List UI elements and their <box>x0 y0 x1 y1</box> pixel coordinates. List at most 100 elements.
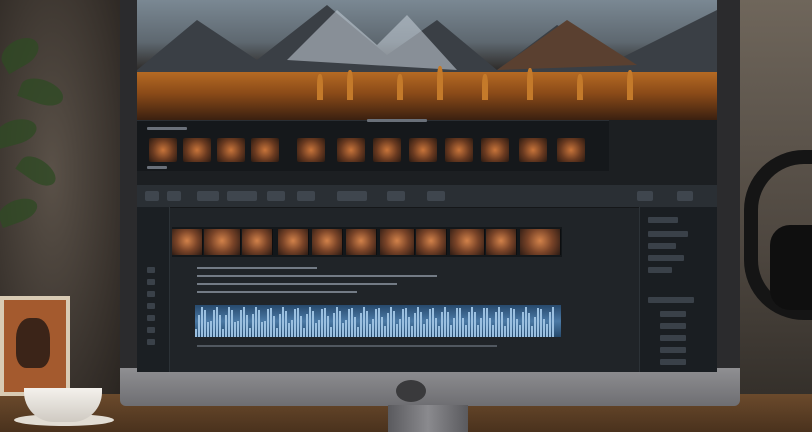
thumbnail[interactable] <box>409 138 437 162</box>
video-clip[interactable] <box>486 229 517 255</box>
waveform-bar <box>432 308 434 337</box>
tool-button[interactable] <box>387 191 405 201</box>
waveform-bar <box>369 323 371 337</box>
thumbnail[interactable] <box>373 138 401 162</box>
waveform-bar <box>276 327 278 337</box>
waveform-bar <box>474 312 476 337</box>
video-clip[interactable] <box>346 229 377 255</box>
waveform-bar <box>306 313 308 337</box>
waveform-bar <box>525 307 527 337</box>
waveform-bar <box>216 307 218 337</box>
waveform-bar <box>282 307 284 337</box>
thumbnail[interactable] <box>297 138 325 162</box>
waveform-bar <box>405 308 407 337</box>
video-clip[interactable] <box>204 229 241 255</box>
waveform-bar <box>468 312 470 337</box>
waveform-bar <box>522 311 524 337</box>
tool-button[interactable] <box>297 191 315 201</box>
waveform-bar <box>492 324 494 337</box>
waveform-bar <box>438 325 440 337</box>
waveform-bar <box>528 312 530 337</box>
waveform-bar <box>327 316 329 337</box>
video-clip[interactable] <box>520 229 561 255</box>
waveform-bar <box>333 313 335 337</box>
video-clip[interactable] <box>380 229 415 255</box>
waveform-bar <box>339 311 341 337</box>
tool-button[interactable] <box>267 191 285 201</box>
thumbnail[interactable] <box>519 138 547 162</box>
thumbnail[interactable] <box>149 138 177 162</box>
waveform-bar <box>273 315 275 337</box>
audio-waveform[interactable] <box>195 305 561 337</box>
thumbnail[interactable] <box>481 138 509 162</box>
waveform-bar <box>426 318 428 337</box>
waveform-bar <box>510 308 512 337</box>
waveform-bar <box>210 321 212 337</box>
video-clip[interactable] <box>312 229 343 255</box>
tool-button[interactable] <box>337 191 367 201</box>
waveform-bar <box>297 307 299 337</box>
waveform-bar <box>360 313 362 337</box>
video-clip[interactable] <box>450 229 485 255</box>
waveform-bar <box>348 309 350 337</box>
waveform-bar <box>423 324 425 337</box>
waveform-bar <box>246 315 248 337</box>
waveform-bar <box>375 308 377 337</box>
tool-button[interactable] <box>145 191 159 201</box>
tool-button[interactable] <box>677 191 693 201</box>
waveform-bar <box>252 314 254 337</box>
tool-button[interactable] <box>197 191 219 201</box>
waveform-bar <box>198 314 200 337</box>
thumbnail[interactable] <box>217 138 245 162</box>
video-clip[interactable] <box>278 229 309 255</box>
waveform-bar <box>549 311 551 337</box>
waveform-bar <box>414 312 416 337</box>
waveform-bar <box>363 307 365 337</box>
waveform-bar <box>279 314 281 337</box>
thumbnail[interactable] <box>251 138 279 162</box>
waveform-bar <box>291 320 293 337</box>
video-preview <box>137 0 717 120</box>
tool-button[interactable] <box>427 191 445 201</box>
waveform-bar <box>552 307 554 337</box>
video-clip[interactable] <box>416 229 447 255</box>
thumbnail[interactable] <box>337 138 365 162</box>
waveform-bar <box>456 308 458 337</box>
waveform-bar <box>378 307 380 337</box>
track-headers <box>137 207 170 372</box>
waveform-bar <box>249 328 251 337</box>
waveform-bar <box>264 320 266 337</box>
waveform-bar <box>537 308 539 337</box>
waveform-bar <box>288 322 290 337</box>
video-clip[interactable] <box>242 229 273 255</box>
waveform-bar <box>222 328 224 337</box>
waveform-bar <box>513 308 515 337</box>
editor-toolbar <box>137 185 717 208</box>
waveform-bar <box>237 320 239 337</box>
thumbnail[interactable] <box>445 138 473 162</box>
waveform-bar <box>531 325 533 337</box>
waveform-bar <box>261 322 263 337</box>
waveform-bar <box>498 307 500 337</box>
waveform-bar <box>240 309 242 337</box>
thumbnail-strip <box>137 119 609 171</box>
waveform-bar <box>543 318 545 337</box>
waveform-bar <box>366 311 368 337</box>
waveform-bar <box>486 308 488 337</box>
thumbnail[interactable] <box>557 138 585 162</box>
tool-button[interactable] <box>227 191 257 201</box>
waveform-bar <box>357 326 359 337</box>
tool-button[interactable] <box>637 191 653 201</box>
thumbnail[interactable] <box>183 138 211 162</box>
waveform-bar <box>228 307 230 337</box>
tool-button[interactable] <box>167 191 181 201</box>
waveform-bar <box>393 311 395 337</box>
waveform-bar <box>483 308 485 337</box>
video-clip[interactable] <box>172 229 203 255</box>
waveform-bar <box>435 317 437 337</box>
video-track[interactable] <box>172 227 562 257</box>
picture-frame <box>0 296 70 396</box>
waveform-bar <box>213 309 215 337</box>
waveform-bar <box>318 319 320 337</box>
screen <box>137 0 717 372</box>
